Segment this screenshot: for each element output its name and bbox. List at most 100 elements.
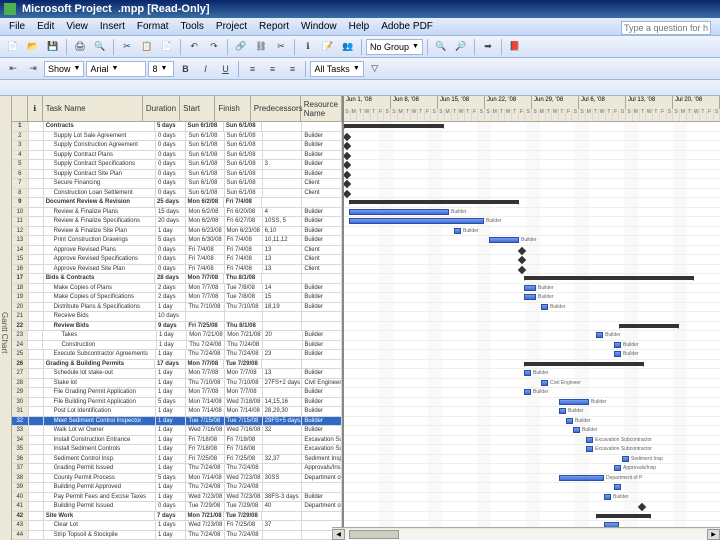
indent-button[interactable]: ⇥ xyxy=(24,60,42,78)
font-size-combo[interactable]: 8▼ xyxy=(148,61,174,77)
unlink-button[interactable]: ⛓ xyxy=(252,38,270,56)
gantt-row[interactable]: Builder xyxy=(344,350,720,360)
summary-bar[interactable] xyxy=(524,362,644,366)
task-bar[interactable]: Builder xyxy=(349,218,484,224)
table-row[interactable]: 42Site Work7 daysMon 7/21/08Tue 7/29/08 xyxy=(12,512,342,522)
align-right-button[interactable]: ≡ xyxy=(283,60,301,78)
gantt-row[interactable] xyxy=(344,502,720,512)
gantt-row[interactable] xyxy=(344,322,720,332)
menu-format[interactable]: Format xyxy=(132,19,174,34)
table-row[interactable]: 25Execute Subcontractor Agreements1 dayT… xyxy=(12,350,342,360)
header-task-name[interactable]: Task Name xyxy=(43,96,143,121)
timeline-week[interactable]: Jul 13, '08 xyxy=(626,96,673,109)
table-row[interactable]: 15Approve Revised Specifications0 daysFr… xyxy=(12,255,342,265)
autofilter-button[interactable]: ▽ xyxy=(366,60,384,78)
timeline-week[interactable]: Jun 8, '08 xyxy=(391,96,438,109)
task-bar[interactable]: Builder xyxy=(524,285,536,291)
task-bar[interactable] xyxy=(614,484,621,490)
table-row[interactable]: 11Review & Finalize Specifications20 day… xyxy=(12,217,342,227)
table-row[interactable]: 36Sediment Control Insp.1 dayFri 7/25/08… xyxy=(12,455,342,465)
table-body[interactable]: 1Contracts5 daysSun 6/1/08Sun 6/1/082Sup… xyxy=(12,122,342,540)
gantt-row[interactable]: Excavation Subcontractor xyxy=(344,436,720,446)
task-bar[interactable]: Builder xyxy=(524,389,531,395)
task-bar[interactable]: Excavation Subcontractor xyxy=(586,446,593,452)
gantt-row[interactable]: Builder xyxy=(344,284,720,294)
task-bar[interactable]: Sediment Insp xyxy=(622,456,629,462)
print-button[interactable]: 🖨 xyxy=(71,38,89,56)
task-bar[interactable]: Builder xyxy=(604,494,611,500)
help-question-input[interactable] xyxy=(621,21,711,35)
gantt-row[interactable] xyxy=(344,132,720,142)
timeline-header[interactable]: Jun 1, '08Jun 8, '08Jun 15, '08Jun 22, '… xyxy=(344,96,720,122)
gantt-row[interactable]: Approvals/Insp xyxy=(344,464,720,474)
table-row[interactable]: 13Print Construction Drawings5 daysMon 6… xyxy=(12,236,342,246)
milestone[interactable] xyxy=(344,170,351,178)
entry-bar[interactable] xyxy=(0,80,720,96)
gantt-row[interactable]: Builder xyxy=(344,426,720,436)
gantt-row[interactable] xyxy=(344,198,720,208)
gantt-row[interactable] xyxy=(344,265,720,275)
gantt-row[interactable] xyxy=(344,160,720,170)
gantt-row[interactable]: Builder xyxy=(344,293,720,303)
menu-file[interactable]: File xyxy=(4,19,30,34)
copy-button[interactable]: 📋 xyxy=(138,38,156,56)
header-indicators[interactable]: ℹ xyxy=(28,96,43,121)
timeline-week[interactable]: Jul 6, '08 xyxy=(579,96,626,109)
header-id[interactable] xyxy=(12,96,28,121)
task-bar[interactable]: Builder xyxy=(596,332,603,338)
table-row[interactable]: 23Takes1 dayMon 7/21/08Mon 7/21/0820Buil… xyxy=(12,331,342,341)
milestone[interactable] xyxy=(518,256,526,264)
scroll-track[interactable] xyxy=(345,529,707,540)
gantt-row[interactable] xyxy=(344,151,720,161)
timeline-week[interactable]: Jul 20, '08 xyxy=(673,96,720,109)
gantt-row[interactable]: Department of P xyxy=(344,474,720,484)
table-row[interactable]: 2Supply Lot Sale Agreement0 daysSun 6/1/… xyxy=(12,132,342,142)
timeline-week[interactable]: Jun 22, '08 xyxy=(485,96,532,109)
note-button[interactable]: 📝 xyxy=(319,38,337,56)
split-button[interactable]: ✂ xyxy=(272,38,290,56)
view-bar[interactable]: Gantt Chart xyxy=(0,96,12,540)
menu-window[interactable]: Window xyxy=(296,19,342,34)
task-bar[interactable]: Approvals/Insp xyxy=(614,465,621,471)
table-row[interactable]: 43Clear Lot1 daysWed 7/23/08Fri 7/25/083… xyxy=(12,521,342,531)
gantt-row[interactable] xyxy=(344,141,720,151)
gantt-body[interactable]: Builder Builder Builder Builder Builder Build… xyxy=(344,122,720,540)
gantt-row[interactable] xyxy=(344,255,720,265)
table-row[interactable]: 21Receive Bids10 days xyxy=(12,312,342,322)
table-row[interactable]: 10Review & Finalize Plans15 daysMon 6/2/… xyxy=(12,208,342,218)
gantt-row[interactable] xyxy=(344,360,720,370)
scroll-thumb[interactable] xyxy=(349,530,399,539)
task-bar[interactable]: Excavation Subcontractor xyxy=(586,437,593,443)
table-row[interactable]: 30File Building Permit Application5 days… xyxy=(12,398,342,408)
table-row[interactable]: 16Approve Revised Site Plan0 daysFri 7/4… xyxy=(12,265,342,275)
table-row[interactable]: 4Supply Contract Plans0 daysSun 6/1/08Su… xyxy=(12,151,342,161)
summary-bar[interactable] xyxy=(619,324,679,328)
gantt-row[interactable]: Builder xyxy=(344,236,720,246)
show-combo[interactable]: Show▼ xyxy=(44,61,84,77)
table-row[interactable]: 1Contracts5 daysSun 6/1/08Sun 6/1/08 xyxy=(12,122,342,132)
task-bar[interactable]: Builder xyxy=(614,342,621,348)
milestone[interactable] xyxy=(518,265,526,273)
task-bar[interactable]: Builder xyxy=(559,408,566,414)
menu-tools[interactable]: Tools xyxy=(176,19,209,34)
header-start[interactable]: Start xyxy=(180,96,215,121)
font-combo[interactable]: Arial▼ xyxy=(86,61,146,77)
menu-project[interactable]: Project xyxy=(211,19,252,34)
task-bar[interactable]: Builder xyxy=(614,351,621,357)
new-button[interactable]: 📄 xyxy=(4,38,22,56)
header-predecessors[interactable]: Predecessors xyxy=(251,96,301,121)
gantt-row[interactable] xyxy=(344,179,720,189)
milestone[interactable] xyxy=(344,180,351,188)
gantt-row[interactable] xyxy=(344,246,720,256)
pdf-button[interactable]: 📕 xyxy=(506,38,524,56)
task-bar[interactable]: Builder xyxy=(559,399,589,405)
gantt-row[interactable]: Builder xyxy=(344,331,720,341)
paste-button[interactable]: 📄 xyxy=(158,38,176,56)
info-button[interactable]: ℹ xyxy=(299,38,317,56)
cut-button[interactable]: ✂ xyxy=(118,38,136,56)
scroll-right-button[interactable]: ▶ xyxy=(707,529,720,540)
bold-button[interactable]: B xyxy=(176,60,194,78)
gantt-row[interactable]: Excavation Subcontractor xyxy=(344,445,720,455)
menu-view[interactable]: View xyxy=(61,19,93,34)
table-row[interactable]: 5Supply Contract Specifications0 daysSun… xyxy=(12,160,342,170)
